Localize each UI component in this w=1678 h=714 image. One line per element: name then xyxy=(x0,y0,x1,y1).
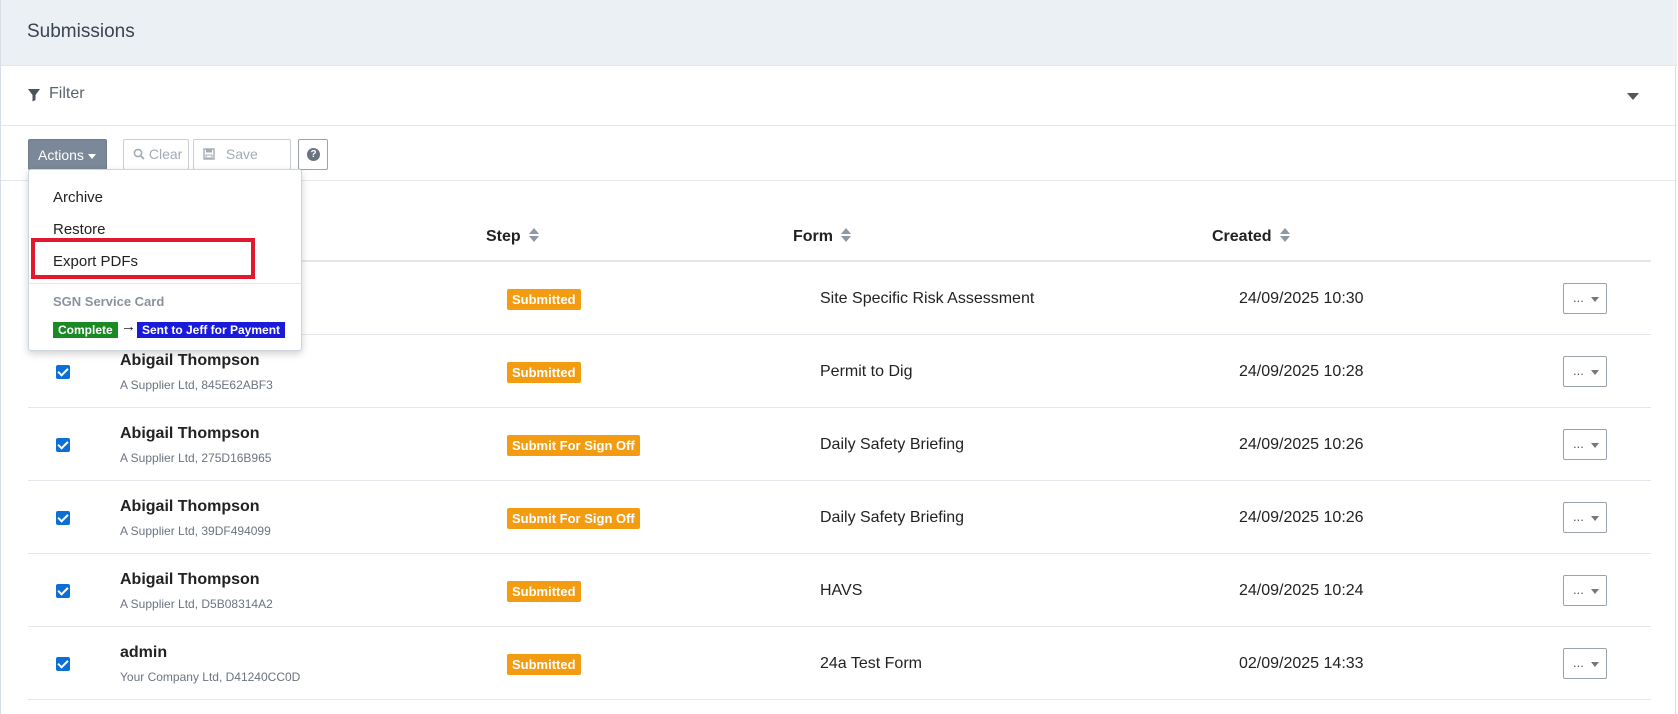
row-checkbox[interactable] xyxy=(56,584,70,598)
column-header-created[interactable]: Created xyxy=(1212,227,1290,246)
question-circle-icon: ? xyxy=(307,148,320,161)
help-button[interactable]: ? xyxy=(298,139,328,170)
created-date: 24/09/2025 10:26 xyxy=(1239,509,1364,526)
table-row[interactable]: Abigail Thompson A Supplier Ltd, D5B0831… xyxy=(28,554,1651,627)
page-frame: Submissions Filter Actions Clear Save ? … xyxy=(0,0,1677,714)
step-badge: Submit For Sign Off xyxy=(507,435,640,456)
menu-section-header: SGN Service Card xyxy=(53,294,165,309)
submitter-name: Abigail Thompson xyxy=(120,352,260,369)
row-checkbox[interactable] xyxy=(56,511,70,525)
menu-divider xyxy=(29,283,301,284)
caret-down-icon xyxy=(88,154,96,159)
row-actions-button[interactable]: ... xyxy=(1563,429,1607,460)
table-row[interactable]: Abigail Thompson A Supplier Ltd, 275D16B… xyxy=(28,408,1651,481)
submitter-detail: A Supplier Ltd, 39DF494099 xyxy=(120,524,271,538)
caret-down-icon xyxy=(1591,297,1599,302)
submitter-name: Abigail Thompson xyxy=(120,425,260,442)
submitter-detail: A Supplier Ltd, 275D16B965 xyxy=(120,451,272,465)
filter-panel-toggle[interactable]: Filter xyxy=(1,66,1677,126)
row-actions-button[interactable]: ... xyxy=(1563,575,1607,606)
row-actions-label: ... xyxy=(1573,655,1584,670)
created-date: 02/09/2025 14:33 xyxy=(1239,655,1364,672)
sort-icon xyxy=(528,227,539,242)
created-date: 24/09/2025 10:26 xyxy=(1239,436,1364,453)
row-checkbox[interactable] xyxy=(56,365,70,379)
form-name: Permit to Dig xyxy=(820,363,913,380)
row-actions-button[interactable]: ... xyxy=(1563,502,1607,533)
created-date: 24/09/2025 10:24 xyxy=(1239,582,1364,599)
status-tag-sent-for-payment[interactable]: Sent to Jeff for Payment xyxy=(137,322,286,338)
table-row[interactable]: admin Your Company Ltd, D41240CC0D Submi… xyxy=(28,627,1651,700)
filter-icon xyxy=(28,89,40,102)
form-name: 24a Test Form xyxy=(820,655,922,672)
form-name: HAVS xyxy=(820,582,863,599)
caret-down-icon xyxy=(1591,589,1599,594)
row-actions-button[interactable]: ... xyxy=(1563,648,1607,679)
created-date: 24/09/2025 10:28 xyxy=(1239,363,1364,380)
page-header: Submissions xyxy=(1,0,1677,66)
row-actions-label: ... xyxy=(1573,509,1584,524)
status-tag-complete[interactable]: Complete xyxy=(53,322,118,338)
step-badge: Submitted xyxy=(507,362,581,383)
save-view-button[interactable]: Save View xyxy=(193,139,291,191)
row-actions-label: ... xyxy=(1573,290,1584,305)
submitter-detail: A Supplier Ltd, D5B08314A2 xyxy=(120,597,273,611)
caret-down-icon xyxy=(1591,443,1599,448)
column-header-form[interactable]: Form xyxy=(793,227,851,246)
clear-button-label: Clear xyxy=(148,146,183,162)
chevron-down-icon[interactable] xyxy=(1627,93,1639,100)
menu-item-restore[interactable]: Restore xyxy=(53,221,106,238)
submitter-name: Abigail Thompson xyxy=(120,571,260,588)
column-header-step-label: Step xyxy=(486,228,521,245)
row-actions-label: ... xyxy=(1573,436,1584,451)
sort-icon xyxy=(841,227,851,242)
row-checkbox[interactable] xyxy=(56,657,70,671)
row-actions-label: ... xyxy=(1573,582,1584,597)
created-date: 24/09/2025 10:30 xyxy=(1239,290,1364,307)
row-checkbox[interactable] xyxy=(56,438,70,452)
search-icon xyxy=(133,148,145,160)
step-badge: Submit For Sign Off xyxy=(507,508,640,529)
page: Submissions Filter Actions Clear Save ? … xyxy=(0,0,1678,714)
form-name: Site Specific Risk Assessment xyxy=(820,290,1035,307)
submitter-name: admin xyxy=(120,644,168,661)
column-header-created-label: Created xyxy=(1212,228,1272,245)
column-header-form-label: Form xyxy=(793,228,833,245)
clear-button[interactable]: Clear xyxy=(123,139,189,170)
caret-down-icon xyxy=(1591,662,1599,667)
actions-button[interactable]: Actions xyxy=(28,139,107,170)
step-badge: Submitted xyxy=(507,581,581,602)
actions-button-label: Actions xyxy=(38,147,84,163)
row-actions-button[interactable]: ... xyxy=(1563,283,1607,314)
filter-label: Filter xyxy=(49,85,85,102)
submitter-detail: A Supplier Ltd, 845E62ABF3 xyxy=(120,378,273,392)
submitter-name: Abigail Thompson xyxy=(120,498,260,515)
page-title: Submissions xyxy=(27,21,135,42)
highlight-box xyxy=(31,238,255,279)
column-header-step[interactable]: Step xyxy=(486,227,539,246)
menu-item-archive[interactable]: Archive xyxy=(53,189,103,206)
sort-icon xyxy=(1279,227,1290,242)
table-row[interactable]: Abigail Thompson A Supplier Ltd, 39DF494… xyxy=(28,481,1651,554)
caret-down-icon xyxy=(1591,370,1599,375)
actions-dropdown-menu: Archive Restore Export PDFs SGN Service … xyxy=(28,169,302,351)
arrow-right-icon: → xyxy=(121,318,136,335)
row-actions-label: ... xyxy=(1573,363,1584,378)
submitter-detail: Your Company Ltd, D41240CC0D xyxy=(120,670,301,684)
form-name: Daily Safety Briefing xyxy=(820,509,965,526)
caret-down-icon xyxy=(1591,516,1599,521)
form-name: Daily Safety Briefing xyxy=(820,436,965,453)
step-badge: Submitted xyxy=(507,289,581,310)
save-icon xyxy=(203,148,215,160)
row-actions-button[interactable]: ... xyxy=(1563,356,1607,387)
step-badge: Submitted xyxy=(507,654,581,675)
